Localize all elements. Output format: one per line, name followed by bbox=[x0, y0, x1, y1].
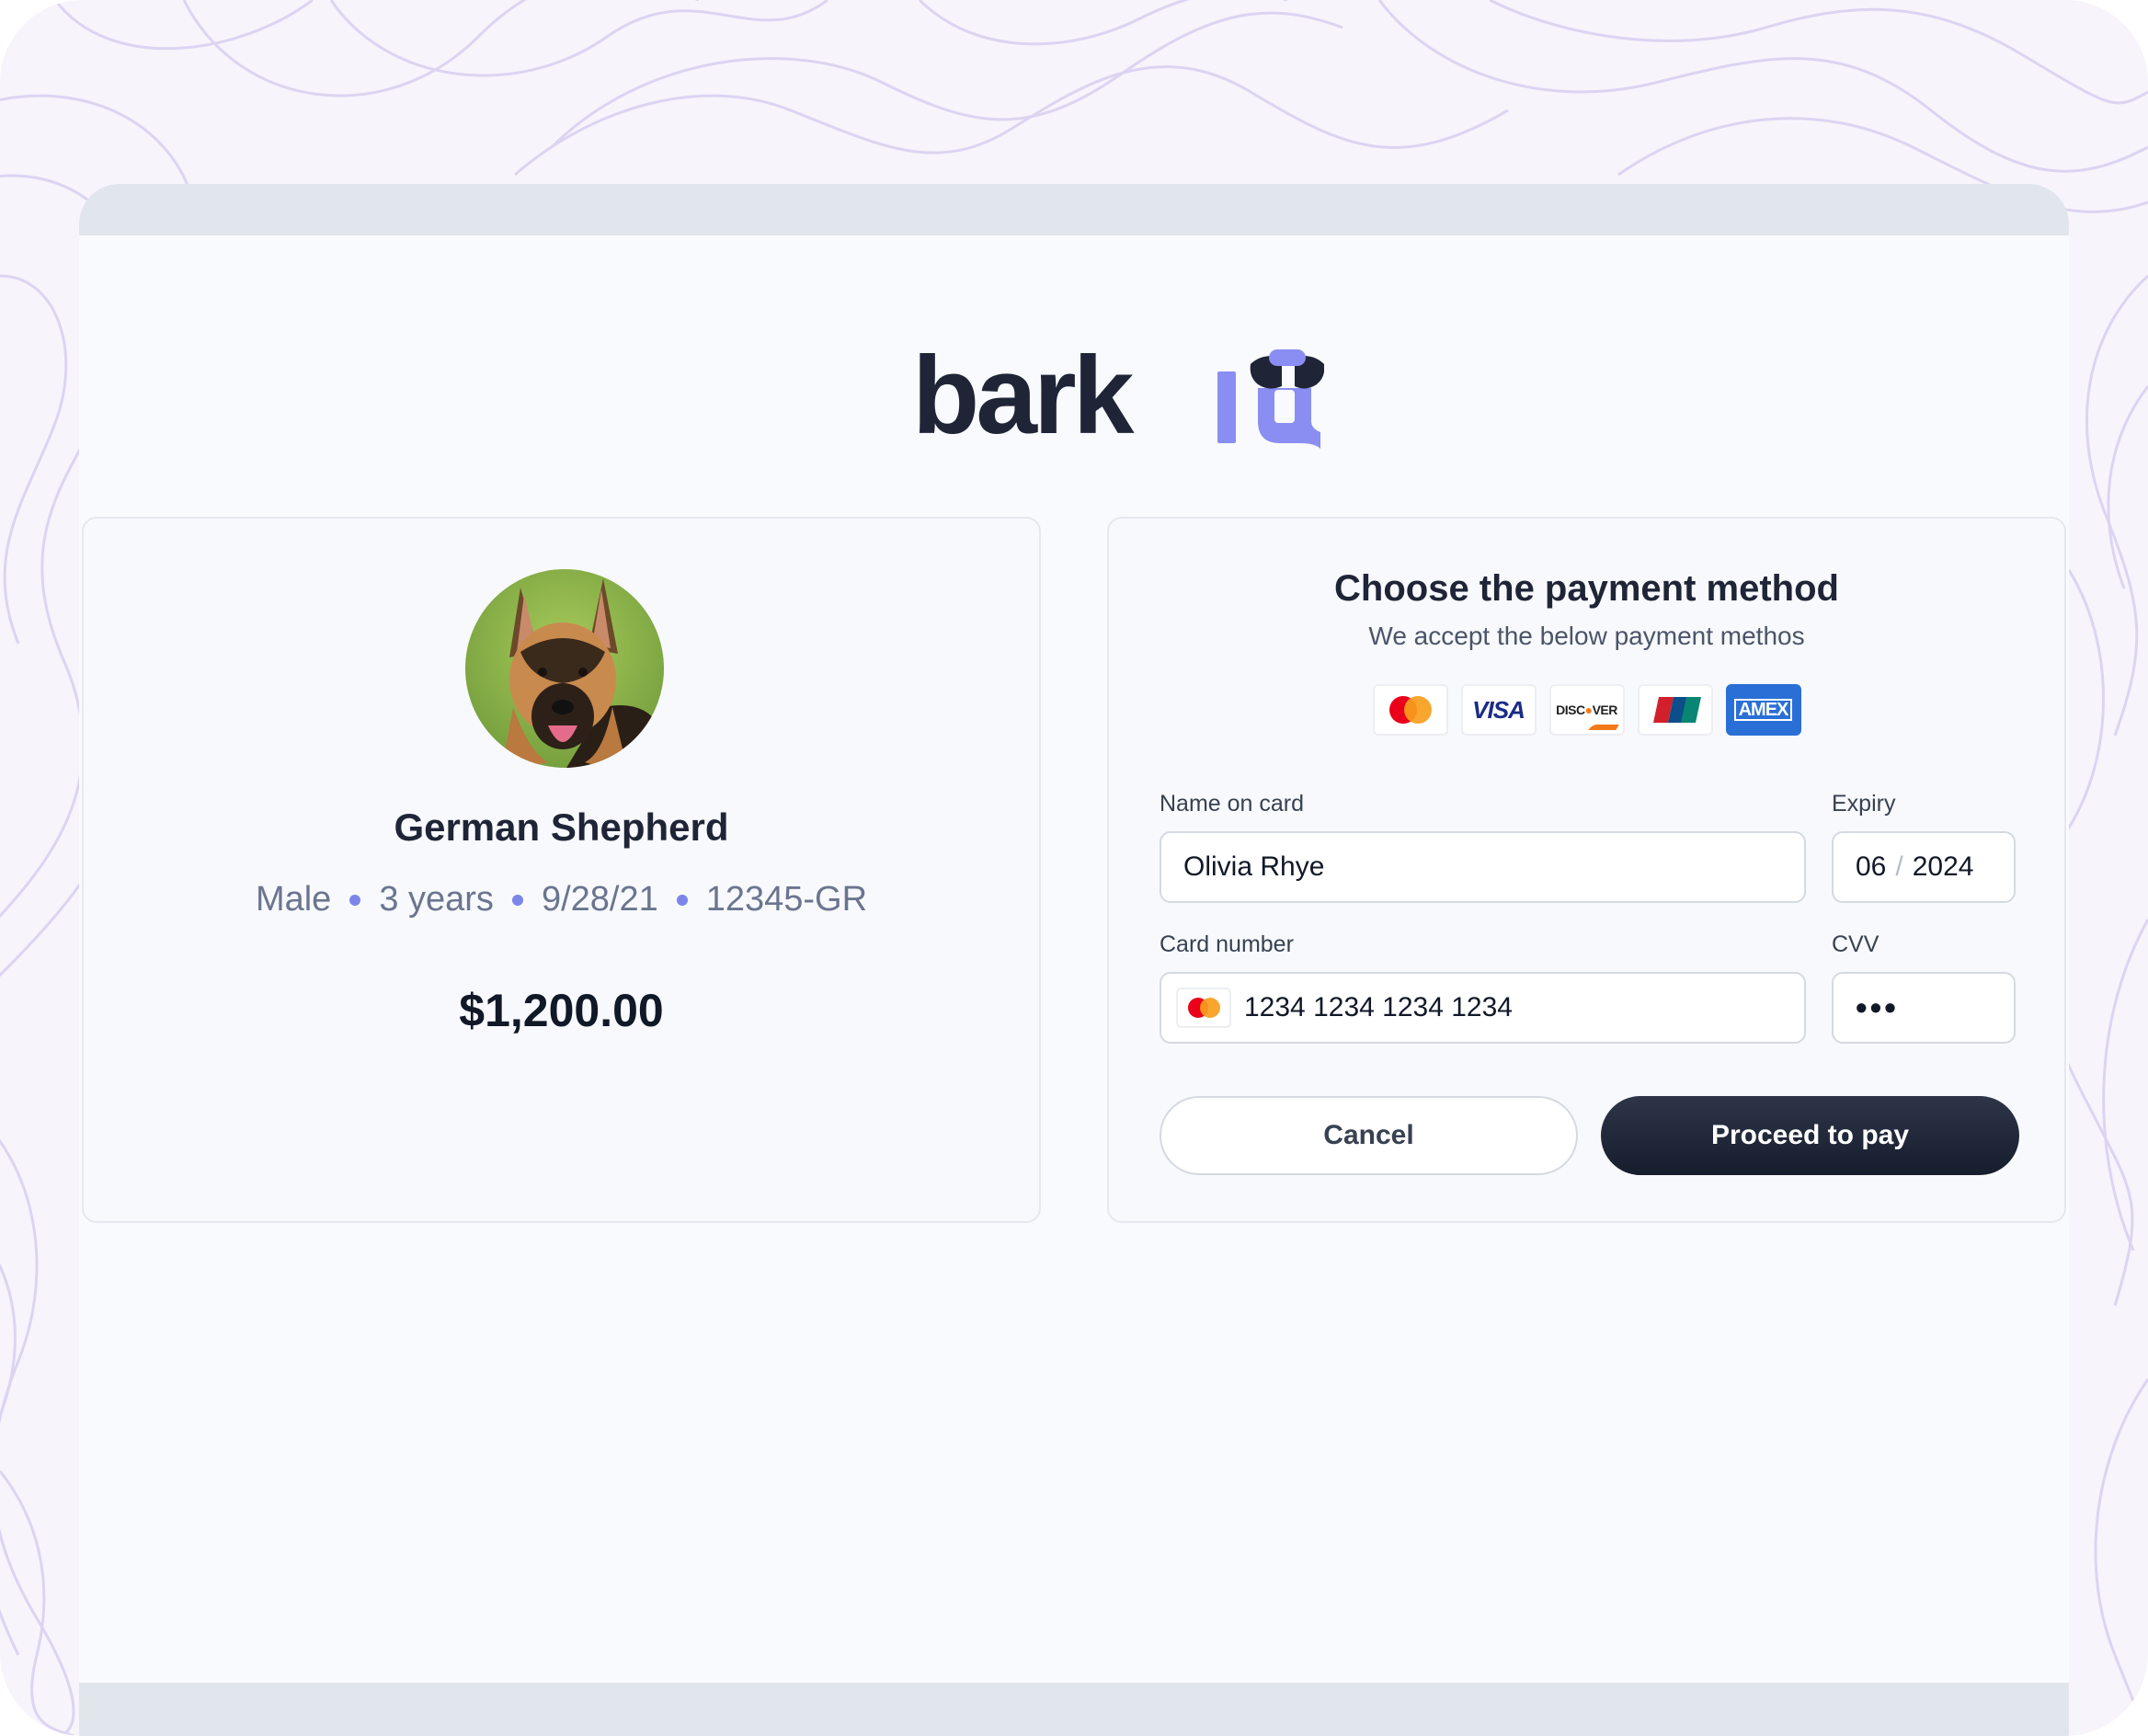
visa-icon: VISA bbox=[1460, 684, 1537, 736]
expiry-separator: / bbox=[1895, 851, 1903, 882]
pet-summary-card: German Shepherd Male 3 years 9/28/21 123… bbox=[82, 517, 1041, 1223]
payment-card: Choose the payment method We accept the … bbox=[1107, 517, 2066, 1223]
name-on-card-input[interactable]: Olivia Rhye bbox=[1160, 831, 1806, 903]
discover-text-b: VER bbox=[1592, 702, 1618, 717]
separator-dot bbox=[349, 894, 361, 906]
cvv-label: CVV bbox=[1832, 931, 1880, 957]
pet-id: 12345-GR bbox=[705, 880, 868, 919]
mastercard-icon bbox=[1372, 684, 1448, 736]
background-frame: bark German Shepherd Male 3 years 9/28/2… bbox=[0, 0, 2148, 1736]
barkiq-logo: bark bbox=[912, 331, 1324, 460]
separator-dot bbox=[511, 894, 523, 906]
amex-text: AMEX bbox=[1733, 699, 1793, 721]
payment-title: Choose the payment method bbox=[1334, 568, 1839, 609]
mastercard-icon bbox=[1176, 988, 1231, 1028]
pet-details: Male 3 years 9/28/21 12345-GR bbox=[84, 880, 1039, 919]
discover-text-a: DISC bbox=[1556, 702, 1585, 717]
cvv-value: ••• bbox=[1856, 988, 1899, 1026]
cvv-input[interactable]: ••• bbox=[1832, 972, 2016, 1044]
payment-subtitle: We accept the below payment methos bbox=[1368, 622, 1805, 650]
app-window: bark German Shepherd Male 3 years 9/28/2… bbox=[79, 184, 2069, 1736]
proceed-to-pay-button[interactable]: Proceed to pay bbox=[1601, 1096, 2019, 1175]
expiry-month: 06 bbox=[1856, 851, 1887, 882]
logo-iq-mark bbox=[1217, 349, 1324, 449]
pet-name: German Shepherd bbox=[394, 805, 729, 849]
pet-age: 3 years bbox=[379, 880, 494, 919]
unionpay-icon bbox=[1637, 684, 1713, 736]
pet-sex: Male bbox=[255, 880, 332, 919]
visa-text: VISA bbox=[1472, 695, 1525, 724]
name-on-card-label: Name on card bbox=[1160, 791, 1305, 817]
discover-icon: DISC●VER bbox=[1548, 684, 1625, 736]
card-number-input[interactable]: 1234 1234 1234 1234 bbox=[1160, 972, 1806, 1044]
window-top-bar bbox=[79, 184, 2069, 235]
accepted-cards: VISA DISC●VER AMEX bbox=[1109, 684, 2064, 736]
card-number-value: 1234 1234 1234 1234 bbox=[1244, 992, 1513, 1022]
pet-date: 9/28/21 bbox=[541, 880, 658, 919]
expiry-year: 2024 bbox=[1912, 851, 1974, 882]
amex-icon: AMEX bbox=[1725, 684, 1801, 736]
window-bottom-bar bbox=[79, 1683, 2069, 1736]
card-number-label: Card number bbox=[1160, 931, 1294, 957]
logo-text: bark bbox=[912, 334, 1134, 457]
expiry-label: Expiry bbox=[1832, 791, 1896, 817]
name-on-card-value: Olivia Rhye bbox=[1183, 851, 1325, 882]
pet-price: $1,200.00 bbox=[459, 985, 664, 1036]
expiry-input[interactable]: 06 / 2024 bbox=[1832, 831, 2016, 903]
german-shepherd-photo bbox=[465, 569, 664, 768]
separator-dot bbox=[676, 894, 688, 906]
cancel-button[interactable]: Cancel bbox=[1160, 1096, 1578, 1175]
pet-avatar bbox=[465, 569, 664, 768]
